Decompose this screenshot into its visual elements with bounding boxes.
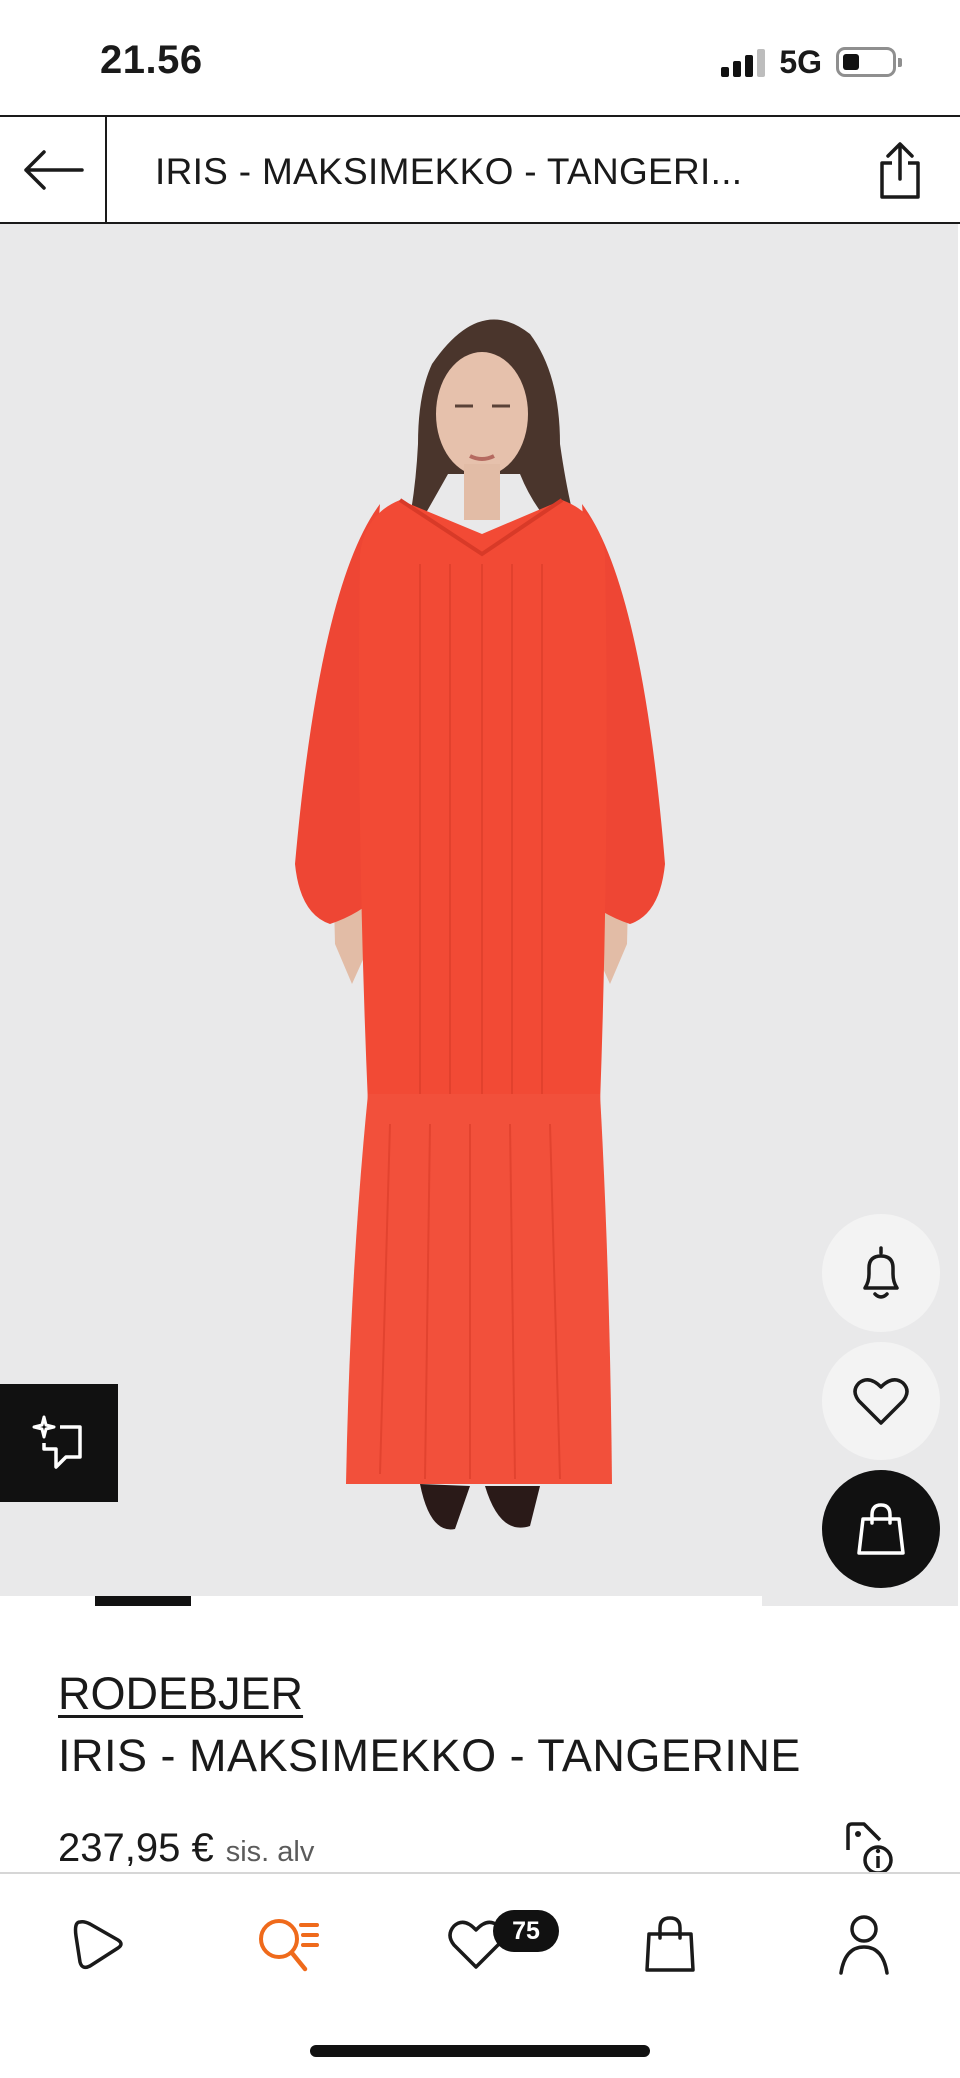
model-in-dress-image	[295, 319, 665, 1530]
wishlist-button[interactable]	[822, 1342, 940, 1460]
shopping-bag-icon	[857, 1503, 905, 1555]
back-button[interactable]	[0, 117, 107, 222]
heart-icon	[853, 1378, 909, 1425]
status-time: 21.56	[100, 38, 203, 82]
nav-cart[interactable]	[630, 1904, 710, 1984]
top-header: IRIS - MAKSIMEKKO - TANGERI...	[0, 115, 960, 224]
sparkle-compare-icon	[32, 1415, 82, 1469]
person-icon	[839, 1915, 889, 1975]
network-label: 5G	[779, 43, 822, 80]
notify-button[interactable]	[822, 1214, 940, 1332]
carousel-active-segment	[95, 1596, 191, 1606]
compare-button[interactable]	[0, 1384, 118, 1502]
vat-note: sis. alv	[225, 1836, 315, 1868]
status-indicators: 5G	[721, 43, 902, 80]
page-title: IRIS - MAKSIMEKKO - TANGERI...	[155, 151, 743, 192]
product-detail-screen: 21.56 5G IRIS - MAKSIMEKKO - TANGERI...	[0, 0, 960, 2078]
product-image[interactable]	[0, 224, 960, 1606]
search-list-icon	[259, 1919, 319, 1972]
wishlist-count-badge: 75	[493, 1910, 559, 1952]
nav-search[interactable]	[248, 1904, 328, 1984]
bell-icon	[863, 1246, 899, 1299]
status-bar: 21.56 5G	[0, 0, 960, 115]
add-to-bag-button[interactable]	[822, 1470, 940, 1588]
shopping-bag-icon	[645, 1916, 695, 1972]
price-tag-info-icon	[846, 1822, 893, 1875]
home-indicator[interactable]	[310, 2045, 650, 2057]
share-button[interactable]	[870, 139, 930, 203]
share-icon	[880, 142, 920, 199]
price-info-button[interactable]	[838, 1820, 898, 1876]
play-shape-icon	[73, 1920, 123, 1970]
signal-icon	[721, 47, 766, 77]
nav-account[interactable]	[824, 1904, 904, 1984]
carousel-indicator	[0, 1596, 762, 1608]
product-name: IRIS - MAKSIMEKKO - TANGERINE	[58, 1730, 801, 1781]
brand-link[interactable]: RODEBJER	[58, 1668, 303, 1720]
nav-home[interactable]	[58, 1904, 138, 1984]
price-row: 237,95 € sis. alv	[58, 1826, 314, 1871]
price: 237,95 €	[58, 1826, 214, 1870]
arrow-left-icon	[23, 149, 84, 190]
battery-icon	[836, 47, 902, 77]
